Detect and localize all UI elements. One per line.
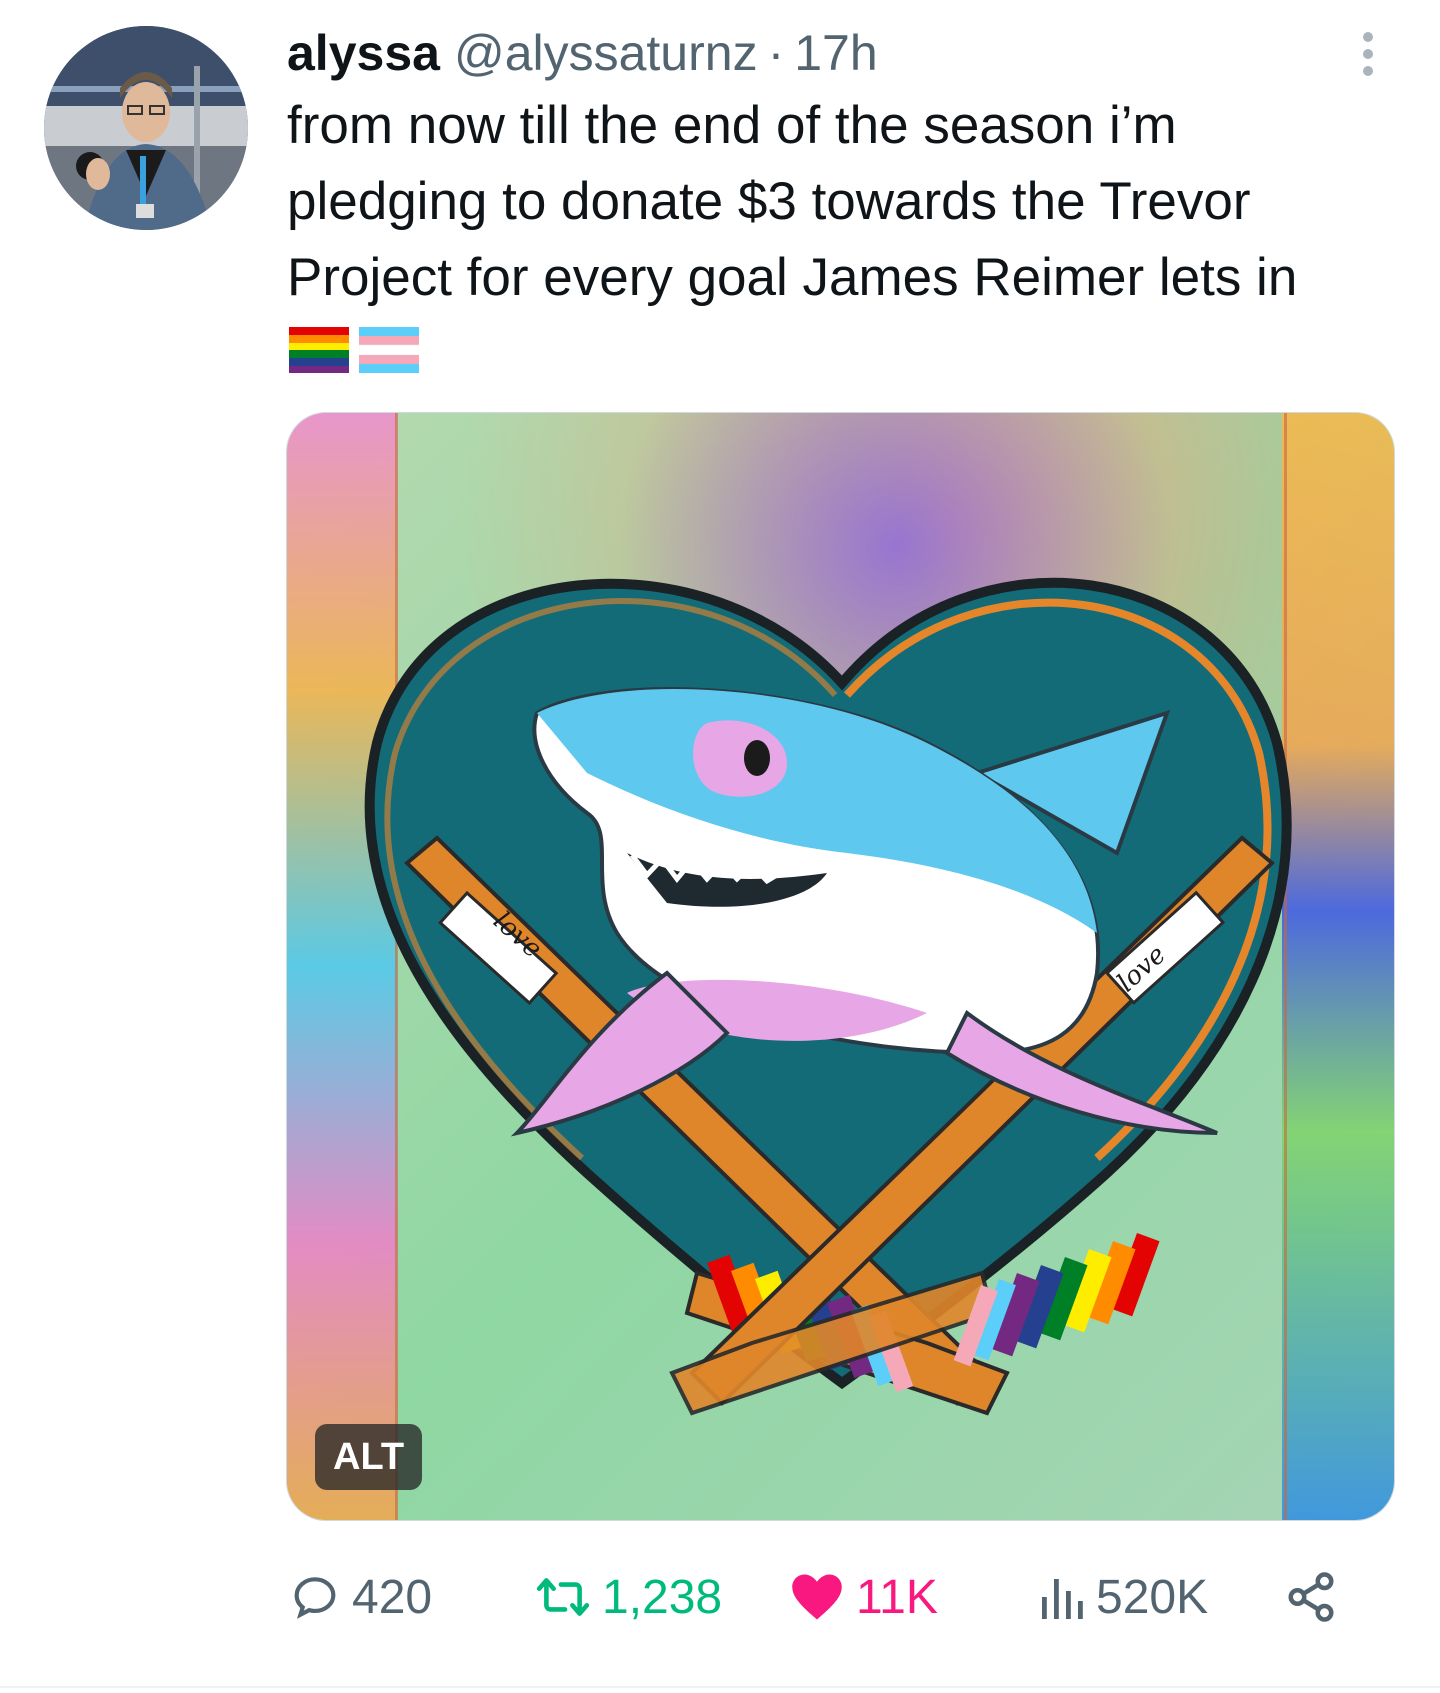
share-icon	[1288, 1572, 1334, 1622]
divider	[0, 1686, 1440, 1688]
reply-icon	[294, 1577, 336, 1619]
views-count: 520K	[1096, 1570, 1209, 1624]
post-text: from now till the end of the season i’m …	[287, 96, 1298, 307]
rainbow-flag-icon	[289, 327, 349, 373]
action-bar: 420 1,238 11K 520K	[290, 1562, 1350, 1632]
share-button[interactable]	[1284, 1562, 1338, 1632]
reply-count: 420	[352, 1570, 433, 1624]
more-options-icon[interactable]	[1348, 24, 1388, 84]
alt-text-button[interactable]: ALT	[315, 1424, 423, 1490]
reply-button[interactable]: 420	[290, 1562, 432, 1632]
post-time[interactable]: 17h	[794, 22, 877, 84]
post-image[interactable]: love love ALT	[286, 412, 1395, 1521]
like-button[interactable]: 11K	[790, 1562, 938, 1632]
views-button[interactable]: 520K	[1040, 1562, 1208, 1632]
separator-dot: ·	[767, 25, 785, 81]
repost-icon	[536, 1578, 590, 1616]
display-name[interactable]: alyssa	[287, 22, 440, 84]
user-handle[interactable]: @alyssaturnz	[454, 22, 758, 84]
tweet[interactable]: alyssa @alyssaturnz · 17h from now till …	[0, 0, 1440, 1693]
post-header: alyssa @alyssaturnz · 17h	[287, 22, 878, 84]
heart-icon	[792, 1574, 842, 1620]
emoji-flags	[289, 327, 419, 373]
avatar[interactable]	[44, 26, 248, 230]
transgender-flag-icon	[359, 327, 419, 373]
repost-count: 1,238	[602, 1570, 723, 1624]
repost-button[interactable]: 1,238	[536, 1562, 722, 1632]
analytics-icon	[1042, 1579, 1083, 1619]
like-count: 11K	[856, 1570, 938, 1624]
